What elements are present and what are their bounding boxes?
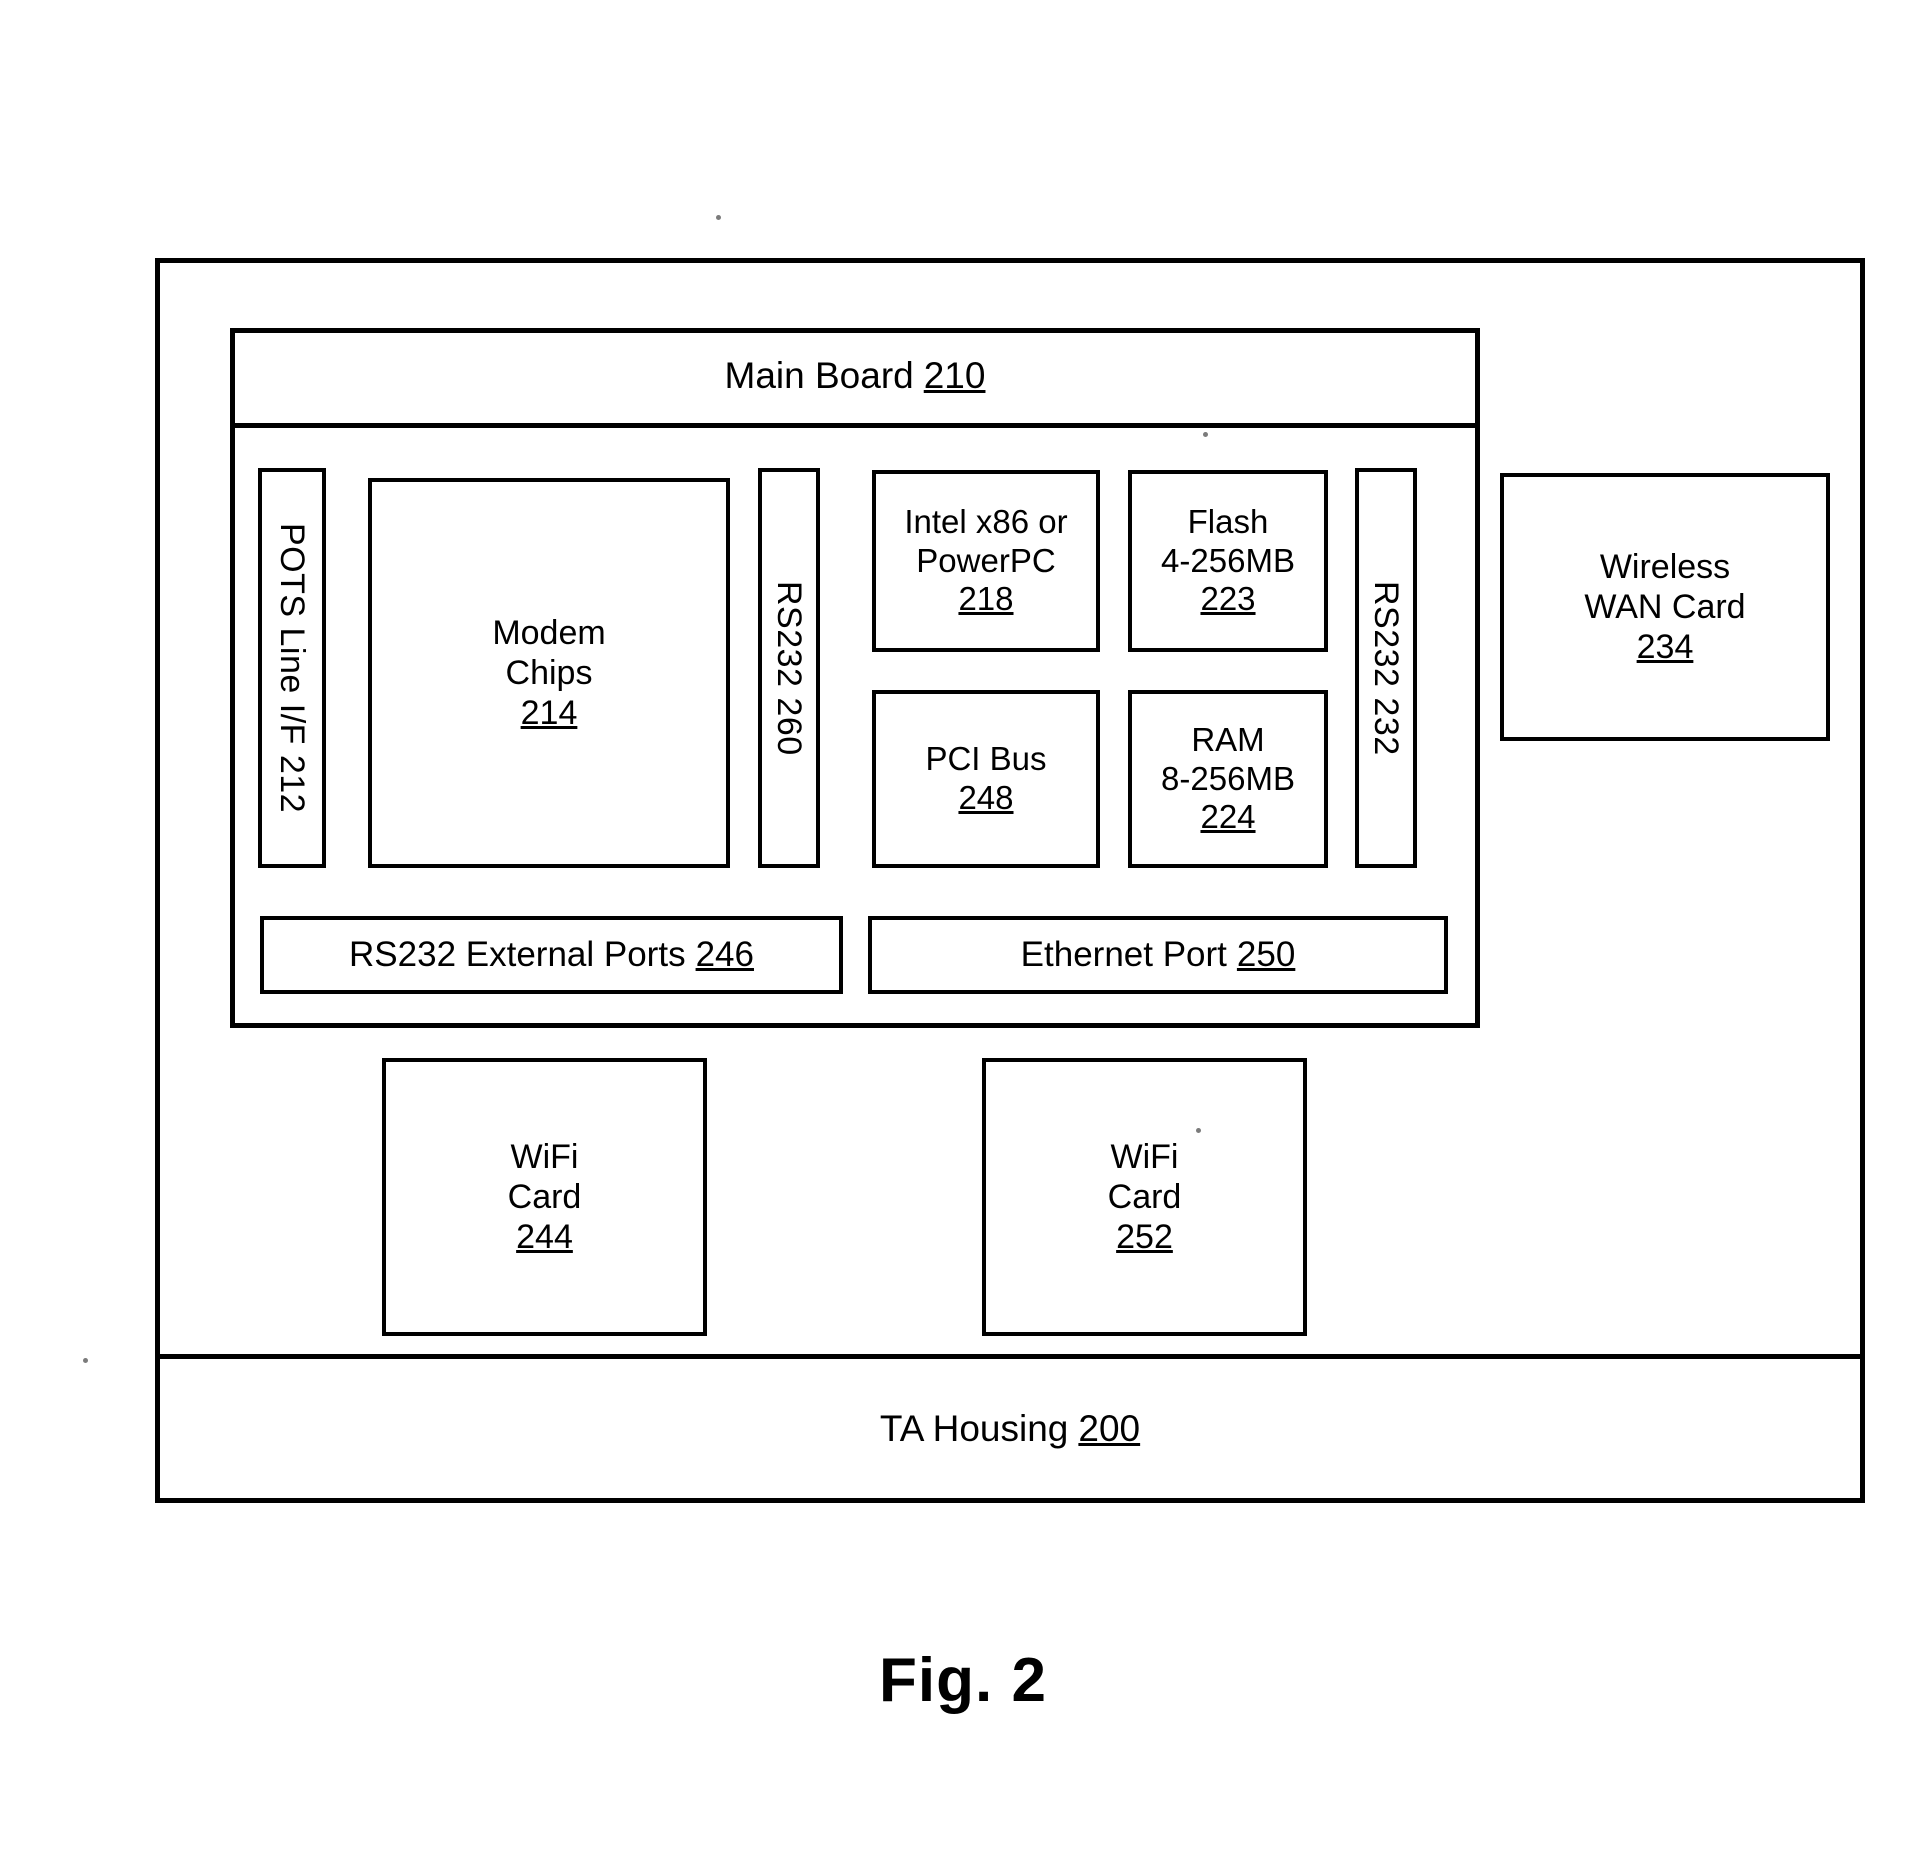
wifi-card-252-line2: Card (1107, 1177, 1182, 1216)
ta-housing-ref: 200 (1078, 1407, 1141, 1449)
flash-memory-block: Flash 4-256MB 223 (1128, 470, 1328, 652)
cpu-block: Intel x86 or PowerPC 218 (872, 470, 1100, 652)
modem-chips-line1: Modem (492, 613, 606, 652)
wifi-card-244-text: WiFi Card 244 (508, 1137, 582, 1257)
ethernet-port-ref: 250 (1236, 935, 1296, 975)
scan-speck (1203, 432, 1208, 437)
ethernet-port-label: Ethernet Port (1020, 935, 1227, 975)
rs232-external-ports-ref: 246 (695, 935, 754, 975)
wireless-wan-card-block: Wireless WAN Card 234 (1500, 473, 1830, 741)
ethernet-port-block: Ethernet Port 250 (868, 916, 1448, 994)
ta-housing-label: TA Housing 200 (155, 1354, 1865, 1503)
rs232-260-label: RS232 260 (770, 580, 808, 756)
pci-bus-block: PCI Bus 248 (872, 690, 1100, 868)
wifi-card-244-ref: 244 (516, 1218, 573, 1257)
figure-canvas: TA Housing 200 Main Board 210 POTS Line … (0, 0, 1926, 1859)
flash-line1: Flash (1187, 502, 1269, 540)
wireless-wan-card-line1: Wireless (1599, 547, 1731, 586)
pci-bus-ref: 248 (958, 779, 1014, 816)
main-board-ref: 210 (923, 354, 986, 396)
cpu-line2: PowerPC (916, 541, 1056, 579)
ta-housing-label-text: TA Housing (879, 1407, 1069, 1449)
wifi-card-252-block: WiFi Card 252 (982, 1058, 1307, 1336)
rs232-232-label: RS232 232 (1367, 580, 1405, 756)
wireless-wan-card-text: Wireless WAN Card 234 (1584, 547, 1745, 667)
rs232-external-ports-block: RS232 External Ports 246 (260, 916, 843, 994)
wireless-wan-card-line2: WAN Card (1584, 587, 1746, 626)
ram-text: RAM 8-256MB 224 (1161, 721, 1295, 838)
ram-line1: RAM (1191, 720, 1265, 758)
modem-chips-ref: 214 (520, 694, 578, 733)
flash-ref: 223 (1200, 580, 1256, 618)
pci-bus-line1: PCI Bus (925, 740, 1047, 778)
pots-line-interface-label: POTS Line I/F 212 (273, 522, 311, 814)
pci-bus-text: PCI Bus 248 (925, 740, 1046, 818)
flash-line2: 4-256MB (1161, 541, 1295, 579)
wireless-wan-card-ref: 234 (1636, 628, 1694, 667)
rs232-260-block: RS232 260 (758, 468, 820, 868)
main-board-title: Main Board 210 (230, 328, 1480, 423)
modem-chips-line2: Chips (505, 653, 593, 692)
wifi-card-252-ref: 252 (1116, 1218, 1173, 1257)
ram-ref: 224 (1200, 798, 1256, 836)
pots-line-interface-block: POTS Line I/F 212 (258, 468, 326, 868)
scan-speck (1196, 1128, 1201, 1133)
scan-speck (716, 215, 721, 220)
main-board-label-text: Main Board (724, 354, 914, 396)
rs232-232-block: RS232 232 (1355, 468, 1417, 868)
rs232-external-ports-label: RS232 External Ports (349, 935, 686, 975)
cpu-ref: 218 (958, 580, 1014, 618)
main-board-divider (230, 423, 1480, 428)
ram-line2: 8-256MB (1161, 759, 1295, 797)
wifi-card-252-line1: WiFi (1110, 1137, 1179, 1176)
cpu-text: Intel x86 or PowerPC 218 (904, 503, 1067, 620)
wifi-card-252-text: WiFi Card 252 (1108, 1137, 1182, 1257)
wifi-card-244-block: WiFi Card 244 (382, 1058, 707, 1336)
modem-chips-block: Modem Chips 214 (368, 478, 730, 868)
wifi-card-244-line2: Card (507, 1177, 582, 1216)
wifi-card-244-line1: WiFi (510, 1137, 579, 1176)
scan-speck (83, 1358, 88, 1363)
modem-chips-text: Modem Chips 214 (492, 613, 605, 733)
flash-text: Flash 4-256MB 223 (1161, 503, 1295, 620)
ram-block: RAM 8-256MB 224 (1128, 690, 1328, 868)
figure-caption: Fig. 2 (879, 1646, 1047, 1715)
cpu-line1: Intel x86 or (904, 502, 1068, 540)
